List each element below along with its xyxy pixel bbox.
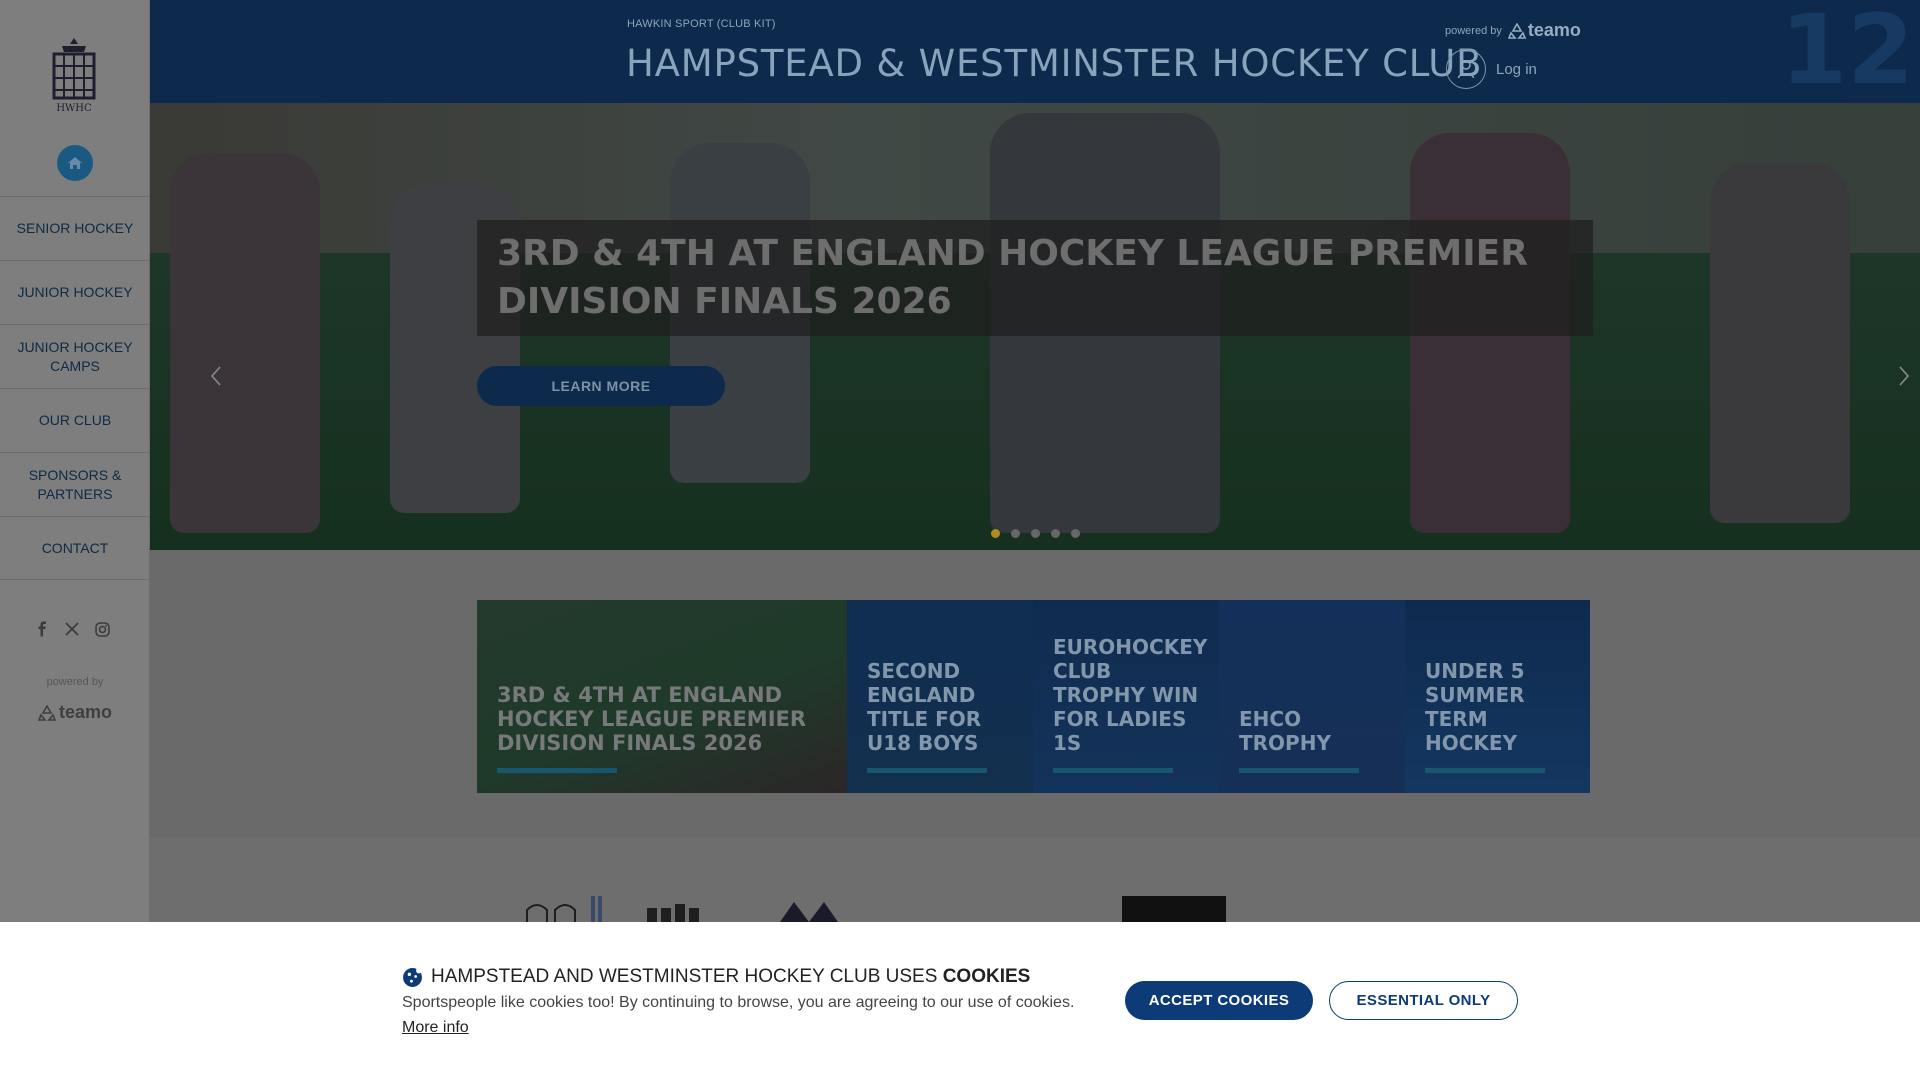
nav-item-contact[interactable]: CONTACT xyxy=(0,516,150,580)
cookie-body-text: Sportspeople like cookies too! By contin… xyxy=(402,994,1075,1011)
cookie-heading: HAMPSTEAD AND WESTMINSTER HOCKEY CLUB US… xyxy=(402,966,1030,988)
hero-slide-title[interactable]: 3RD & 4TH AT ENGLAND HOCKEY LEAGUE PREMI… xyxy=(477,220,1593,336)
sidebar-teamo-logo[interactable]: teamo xyxy=(0,702,150,723)
sponsor-logo[interactable] xyxy=(525,896,615,922)
hero-player-figure xyxy=(170,153,320,533)
carousel-dot[interactable] xyxy=(1051,529,1060,538)
sponsor-logo[interactable] xyxy=(1122,896,1226,922)
nav-item-junior-hockey-camps[interactable]: JUNIOR HOCKEY CAMPS xyxy=(0,324,150,388)
cookie-more-info-link[interactable]: More info xyxy=(402,1019,469,1037)
news-card[interactable]: 3RD & 4TH AT ENGLAND HOCKEY LEAGUE PREMI… xyxy=(477,600,847,793)
news-card[interactable]: EHCO TROPHY xyxy=(1219,600,1405,793)
carousel-dot[interactable] xyxy=(1031,529,1040,538)
essential-only-button[interactable]: ESSENTIAL ONLY xyxy=(1329,981,1518,1020)
carousel-dot[interactable] xyxy=(991,529,1000,538)
news-card[interactable]: EUROHOCKEY CLUB TROPHY WIN FOR LADIES 1S xyxy=(1033,600,1219,793)
site-header: 12 HAWKIN SPORT (CLUB KIT) HAMPSTEAD & W… xyxy=(150,0,1920,103)
login-label: Log in xyxy=(1496,60,1537,78)
accept-cookies-button[interactable]: ACCEPT COOKIES xyxy=(1125,981,1313,1020)
news-card-underline xyxy=(1425,768,1545,773)
sponsor-logo[interactable] xyxy=(778,900,840,922)
news-card-underline xyxy=(867,768,987,773)
powered-by-text: powered by xyxy=(1445,24,1502,37)
cookie-banner: HAMPSTEAD AND WESTMINSTER HOCKEY CLUB US… xyxy=(0,922,1920,1080)
chevron-left-icon xyxy=(210,366,221,386)
nav-item-sponsors-partners[interactable]: SPONSORS & PARTNERS xyxy=(0,452,150,516)
news-strip: 3RD & 4TH AT ENGLAND HOCKEY LEAGUE PREMI… xyxy=(477,600,1590,793)
cookie-heading-prefix: HAMPSTEAD AND WESTMINSTER HOCKEY CLUB US… xyxy=(431,966,943,987)
recycle-icon xyxy=(37,704,56,721)
news-card-title: SECOND ENGLAND TITLE FOR U18 BOYS xyxy=(867,659,982,755)
x-icon[interactable] xyxy=(63,620,81,638)
header-decoration: 12 xyxy=(1780,0,1914,103)
header-kicker[interactable]: HAWKIN SPORT (CLUB KIT) xyxy=(627,18,776,30)
chevron-right-icon xyxy=(1899,366,1910,386)
user-icon xyxy=(1446,49,1486,89)
login-button[interactable]: Log in xyxy=(1446,49,1537,89)
home-icon xyxy=(68,157,82,169)
news-card[interactable]: UNDER 5 SUMMER TERM HOCKEY xyxy=(1405,600,1590,793)
home-button[interactable] xyxy=(57,145,93,181)
news-card-underline xyxy=(1239,768,1359,773)
sidebar: HWHC SENIOR HOCKEY JUNIOR HOCKEY JUNIOR … xyxy=(0,0,150,1080)
nav-item-senior-hockey[interactable]: SENIOR HOCKEY xyxy=(0,196,150,260)
sponsors-strip xyxy=(150,838,1920,922)
news-card-title: 3RD & 4TH AT ENGLAND HOCKEY LEAGUE PREMI… xyxy=(497,683,807,755)
club-name-title[interactable]: HAMPSTEAD & WESTMINSTER HOCKEY CLUB xyxy=(626,42,1482,85)
carousel-dots xyxy=(991,529,1080,538)
nav-item-junior-hockey[interactable]: JUNIOR HOCKEY xyxy=(0,260,150,324)
sponsor-logo[interactable] xyxy=(645,904,701,922)
teamo-text: teamo xyxy=(1527,20,1581,40)
hero-player-figure xyxy=(1710,163,1850,523)
news-card-title: EUROHOCKEY CLUB TROPHY WIN FOR LADIES 1S xyxy=(1053,635,1208,755)
news-card-underline xyxy=(1053,768,1173,773)
main-nav: SENIOR HOCKEY JUNIOR HOCKEY JUNIOR HOCKE… xyxy=(0,196,150,580)
cookie-icon xyxy=(403,967,422,987)
sidebar-powered-by: powered by xyxy=(46,676,104,688)
facebook-icon[interactable] xyxy=(33,620,51,638)
nav-item-our-club[interactable]: OUR CLUB xyxy=(0,388,150,452)
news-card[interactable]: SECOND ENGLAND TITLE FOR U18 BOYS xyxy=(847,600,1033,793)
cookie-heading-bold: COOKIES xyxy=(942,966,1031,987)
learn-more-button[interactable]: LEARN MORE xyxy=(477,366,725,406)
header-powered-by[interactable]: powered by teamo xyxy=(1445,20,1581,41)
instagram-icon[interactable] xyxy=(93,620,111,638)
sidebar-teamo-text: teamo xyxy=(58,702,112,722)
carousel-dot[interactable] xyxy=(1011,529,1020,538)
news-card-title: EHCO TROPHY xyxy=(1239,707,1331,755)
carousel-next-arrow[interactable] xyxy=(1894,361,1914,391)
cookie-heading-text: HAMPSTEAD AND WESTMINSTER HOCKEY CLUB US… xyxy=(431,966,1030,988)
hero-carousel: 3RD & 4TH AT ENGLAND HOCKEY LEAGUE PREMI… xyxy=(150,103,1920,550)
carousel-dot[interactable] xyxy=(1071,529,1080,538)
news-card-title: UNDER 5 SUMMER TERM HOCKEY xyxy=(1425,659,1525,755)
club-crest-logo[interactable]: HWHC xyxy=(44,34,104,114)
recycle-icon xyxy=(1507,22,1526,39)
teamo-logo: teamo xyxy=(1507,20,1581,41)
social-links xyxy=(33,620,111,638)
news-card-underline xyxy=(497,768,617,773)
svg-text:HWHC: HWHC xyxy=(56,103,92,114)
carousel-prev-arrow[interactable] xyxy=(206,361,226,391)
